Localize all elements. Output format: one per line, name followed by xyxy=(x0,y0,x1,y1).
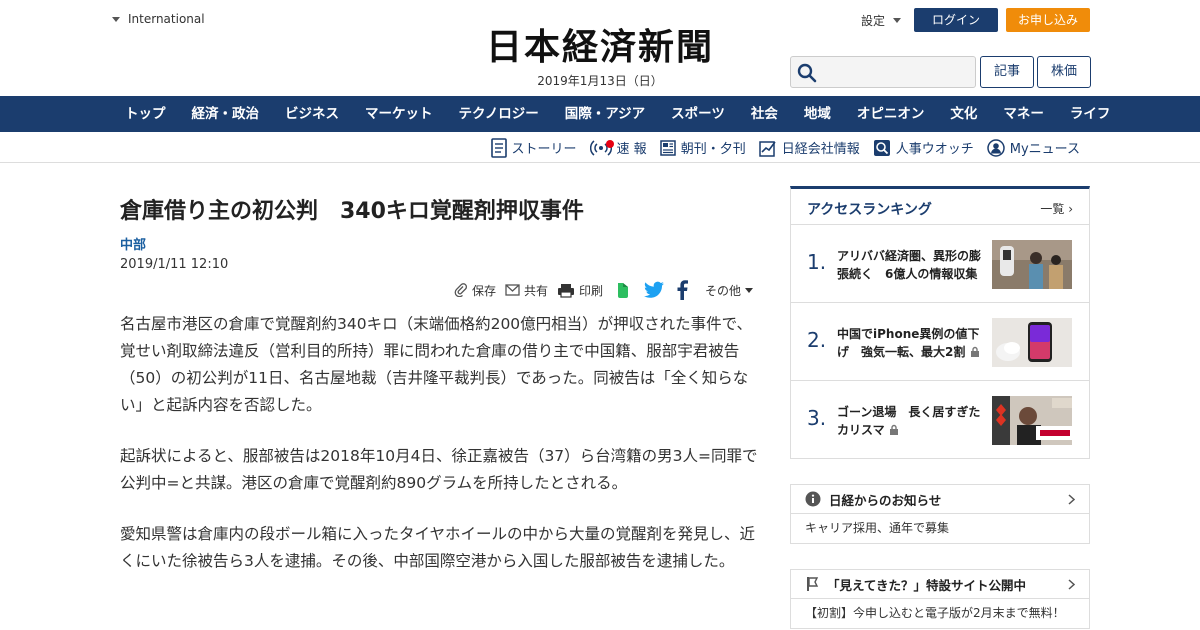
printer-icon xyxy=(558,283,575,298)
header-date: 2019年1月13日（日） xyxy=(537,74,663,88)
chevron-right-icon xyxy=(1068,494,1075,505)
print-button[interactable]: 印刷 xyxy=(557,282,603,299)
notice-box[interactable]: 日経からのお知らせ キャリア採用、通年で募集 xyxy=(790,484,1090,544)
ranking-headline: ゴーン退場 長く居すぎたカリスマ xyxy=(837,405,981,437)
nav-item[interactable]: スポーツ xyxy=(658,96,738,132)
facebook-button[interactable] xyxy=(676,280,689,300)
evernote-button[interactable] xyxy=(614,281,632,299)
settings-menu[interactable]: 設定 xyxy=(861,12,902,29)
articles-button[interactable]: 記事 xyxy=(980,56,1034,88)
ranking-item[interactable]: 2. 中国でiPhone異例の値下げ 強気一転、最大2割 xyxy=(791,303,1089,381)
subnav-breaking[interactable]: 速 報 xyxy=(589,138,647,157)
caret-down-icon xyxy=(112,16,120,22)
search-icon xyxy=(797,63,817,83)
nav-item[interactable]: ビジネス xyxy=(272,96,352,132)
ranking-item[interactable]: 3. ゴーン退場 長く居すぎたカリスマ xyxy=(791,381,1089,459)
nav-item[interactable]: 文化 xyxy=(937,96,990,132)
ranking-number: 1. xyxy=(807,250,827,274)
subnav-editions[interactable]: 朝刊・夕刊 xyxy=(659,138,746,157)
subnav-story[interactable]: ストーリー xyxy=(490,137,577,158)
sub-nav: ストーリー 速 報 朝刊・夕刊 日経会社情報 人事ウオッチ Myニュース xyxy=(0,132,1200,163)
article-date: 2019/1/11 12:10 xyxy=(120,257,229,272)
chevron-right-icon: › xyxy=(1068,202,1073,216)
ranking-header: アクセスランキング 一覧 › xyxy=(791,189,1089,225)
more-tools-button[interactable]: その他 xyxy=(705,282,754,299)
mail-icon xyxy=(505,284,520,296)
twitter-icon xyxy=(644,281,665,298)
ranking-number: 2. xyxy=(807,328,827,352)
notice-header: 日経からのお知らせ xyxy=(791,485,1089,514)
nav-item[interactable]: ライフ xyxy=(1057,96,1124,132)
notice-box[interactable]: 「見えてきた？」特設サイト公開中 【初割】今申し込むと電子版が2月末まで無料！ xyxy=(790,569,1090,629)
nav-item[interactable]: 社会 xyxy=(738,96,791,132)
site-logo[interactable]: 日本経済新聞 xyxy=(450,26,750,68)
facebook-icon xyxy=(677,280,689,300)
nav-item[interactable]: トップ xyxy=(112,96,179,132)
nav-item[interactable]: オピニオン xyxy=(844,96,938,132)
evernote-icon xyxy=(618,283,629,298)
subnav-personnel[interactable]: 人事ウオッチ xyxy=(873,138,974,157)
nav-item[interactable]: 地域 xyxy=(791,96,844,132)
save-button[interactable]: 保存 xyxy=(454,282,496,299)
share-button[interactable]: 共有 xyxy=(505,282,548,299)
ranking-thumbnail xyxy=(992,240,1072,289)
ranking-headline: 中国でiPhone異例の値下げ 強気一転、最大2割 xyxy=(837,327,980,359)
article-paragraph: 名古屋市港区の倉庫で覚醒剤約340キロ（末端価格約200億円相当）が押収された事… xyxy=(120,315,753,414)
nav-item[interactable]: 経済・政治 xyxy=(179,96,273,132)
search-input[interactable] xyxy=(790,56,976,88)
ranking-headline: アリババ経済圏、異形の膨張続く 6億人の情報収集 xyxy=(837,249,982,281)
ranking-thumbnail xyxy=(992,318,1072,367)
region-selector[interactable]: International xyxy=(112,12,205,26)
twitter-button[interactable] xyxy=(643,281,665,299)
article-tools: 保存 共有 印刷 その他 xyxy=(454,280,758,300)
notice-body: キャリア採用、通年で募集 xyxy=(805,521,950,535)
user-icon xyxy=(986,138,1005,157)
caret-down-icon xyxy=(745,287,754,293)
ranking-title: アクセスランキング xyxy=(807,202,932,218)
region-label: International xyxy=(128,12,205,26)
stocks-button[interactable]: 株価 xyxy=(1037,56,1091,88)
article-paragraph: 愛知県警は倉庫内の段ボール箱に入ったタイヤホイールの中から大量の覚醒剤を発見し、… xyxy=(120,525,756,570)
nav-item[interactable]: マーケット xyxy=(352,96,446,132)
settings-label: 設定 xyxy=(861,14,886,28)
subnav-mynews[interactable]: Myニュース xyxy=(986,138,1080,157)
lock-icon xyxy=(889,424,898,435)
article-paragraph: 起訴状によると、服部被告は2018年10月4日、徐正嘉被告（37）ら台湾籍の男3… xyxy=(120,447,758,492)
nav-item[interactable]: 国際・アジア xyxy=(552,96,658,132)
lock-icon xyxy=(970,346,979,357)
login-button[interactable]: ログイン xyxy=(914,8,998,32)
article-title: 倉庫借り主の初公判 340キロ覚醒剤押収事件 xyxy=(120,199,584,224)
ranking-more-link[interactable]: 一覧 › xyxy=(1040,200,1073,217)
chevron-right-icon xyxy=(1068,579,1075,590)
ranking-number: 3. xyxy=(807,406,827,430)
header: International 日本経済新聞 2019年1月13日（日） 設定 ログ… xyxy=(0,0,1200,96)
nav-item[interactable]: テクノロジー xyxy=(446,96,552,132)
notice-body: 【初割】今申し込むと電子版が2月末まで無料！ xyxy=(805,606,1065,620)
subnav-company-info[interactable]: 日経会社情報 xyxy=(758,138,860,157)
alert-dot xyxy=(605,140,614,148)
main-nav: トップ 経済・政治 ビジネス マーケット テクノロジー 国際・アジア スポーツ 社会 地域 オピニ… xyxy=(0,96,1200,132)
apply-button[interactable]: お申し込み xyxy=(1006,8,1090,32)
document-icon xyxy=(490,137,507,158)
article-body: 名古屋市港区の倉庫で覚醒剤約340キロ（末端価格約200億円相当）が押収された事… xyxy=(120,311,760,599)
chart-icon xyxy=(758,140,776,157)
access-ranking: アクセスランキング 一覧 › 1. アリババ経済圏、異形の膨張続く 6億人の情報… xyxy=(790,186,1090,459)
caret-down-icon xyxy=(893,18,902,23)
newspaper-icon xyxy=(659,139,676,156)
paperclip-icon xyxy=(454,283,468,297)
flag-icon xyxy=(807,577,819,591)
notice-header: 「見えてきた？」特設サイト公開中 xyxy=(791,570,1089,599)
ranking-item[interactable]: 1. アリババ経済圏、異形の膨張続く 6億人の情報収集 xyxy=(791,225,1089,303)
person-search-icon xyxy=(873,139,890,156)
nav-item[interactable]: マネー xyxy=(990,96,1057,132)
ranking-thumbnail xyxy=(992,396,1072,445)
info-icon xyxy=(805,491,821,507)
article-location[interactable]: 中部 xyxy=(120,234,146,253)
